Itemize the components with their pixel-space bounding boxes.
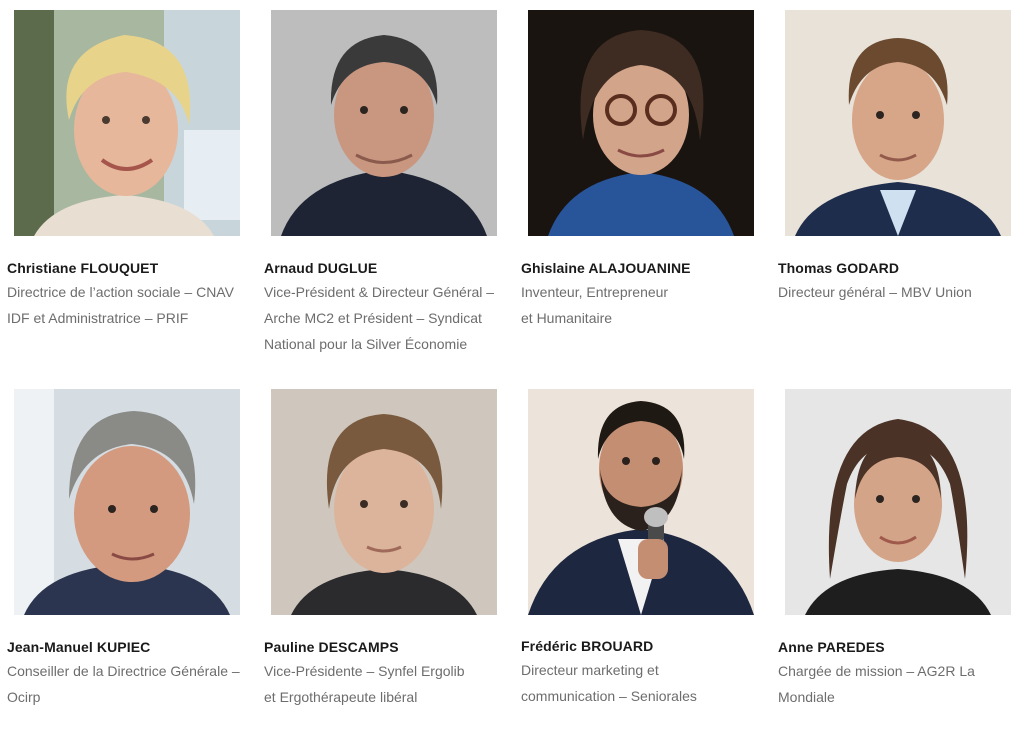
- description-line: Inventeur, Entrepreneur: [521, 284, 669, 300]
- description-line: Vice-Présidente – Synfel Ergolib: [264, 663, 465, 679]
- description-line: Mondiale: [778, 689, 835, 705]
- description-line: communication – Seniorales: [521, 688, 697, 704]
- person-name: Arnaud DUGLUE: [264, 260, 378, 276]
- person-description: Vice-Président & Directeur Général – Arc…: [264, 279, 504, 357]
- person-description: Conseiller de la Directrice Générale – O…: [7, 658, 247, 710]
- person-name: Anne PAREDES: [778, 639, 885, 655]
- description-line: Vice-Président & Directeur Général –: [264, 284, 495, 300]
- person-photo: [528, 10, 754, 236]
- person-photo: [271, 10, 497, 236]
- description-line: Arche MC2 et Président – Syndicat: [264, 310, 482, 326]
- description-line: Conseiller de la Directrice Générale –: [7, 663, 240, 679]
- person-description: Directeur marketing et communication – S…: [521, 657, 761, 709]
- person-photo: [785, 10, 1011, 236]
- description-line: Directeur général – MBV Union: [778, 284, 972, 300]
- person-name: Frédéric BROUARD: [521, 638, 654, 654]
- description-line: Chargée de mission – AG2R La: [778, 663, 975, 679]
- description-line: et Humanitaire: [521, 310, 613, 326]
- description-line: IDF et Administratrice – PRIF: [7, 310, 189, 326]
- description-line: National pour la Silver Économie: [264, 336, 468, 352]
- description-line: Ocirp: [7, 689, 41, 705]
- person-description: Directrice de l’action sociale – CNAV ID…: [7, 279, 247, 331]
- person-photo: [528, 389, 754, 615]
- person-photo: [785, 389, 1011, 615]
- person-name: Jean-Manuel KUPIEC: [7, 639, 151, 655]
- person-name: Christiane FLOUQUET: [7, 260, 159, 276]
- person-photo: [14, 389, 240, 615]
- person-description: Directeur général – MBV Union: [778, 279, 1018, 305]
- person-name: Pauline DESCAMPS: [264, 639, 399, 655]
- description-line: Directeur marketing et: [521, 662, 659, 678]
- description-line: Directrice de l’action sociale – CNAV: [7, 284, 234, 300]
- person-description: Inventeur, Entrepreneur et Humanitaire: [521, 279, 761, 331]
- person-name: Thomas GODARD: [778, 260, 900, 276]
- person-name: Ghislaine ALAJOUANINE: [521, 260, 691, 276]
- person-description: Chargée de mission – AG2R La Mondiale: [778, 658, 1018, 710]
- description-line: et Ergothérapeute libéral: [264, 689, 418, 705]
- person-photo: [271, 389, 497, 615]
- person-description: Vice-Présidente – Synfel Ergolib et Ergo…: [264, 658, 504, 710]
- person-photo: [14, 10, 240, 236]
